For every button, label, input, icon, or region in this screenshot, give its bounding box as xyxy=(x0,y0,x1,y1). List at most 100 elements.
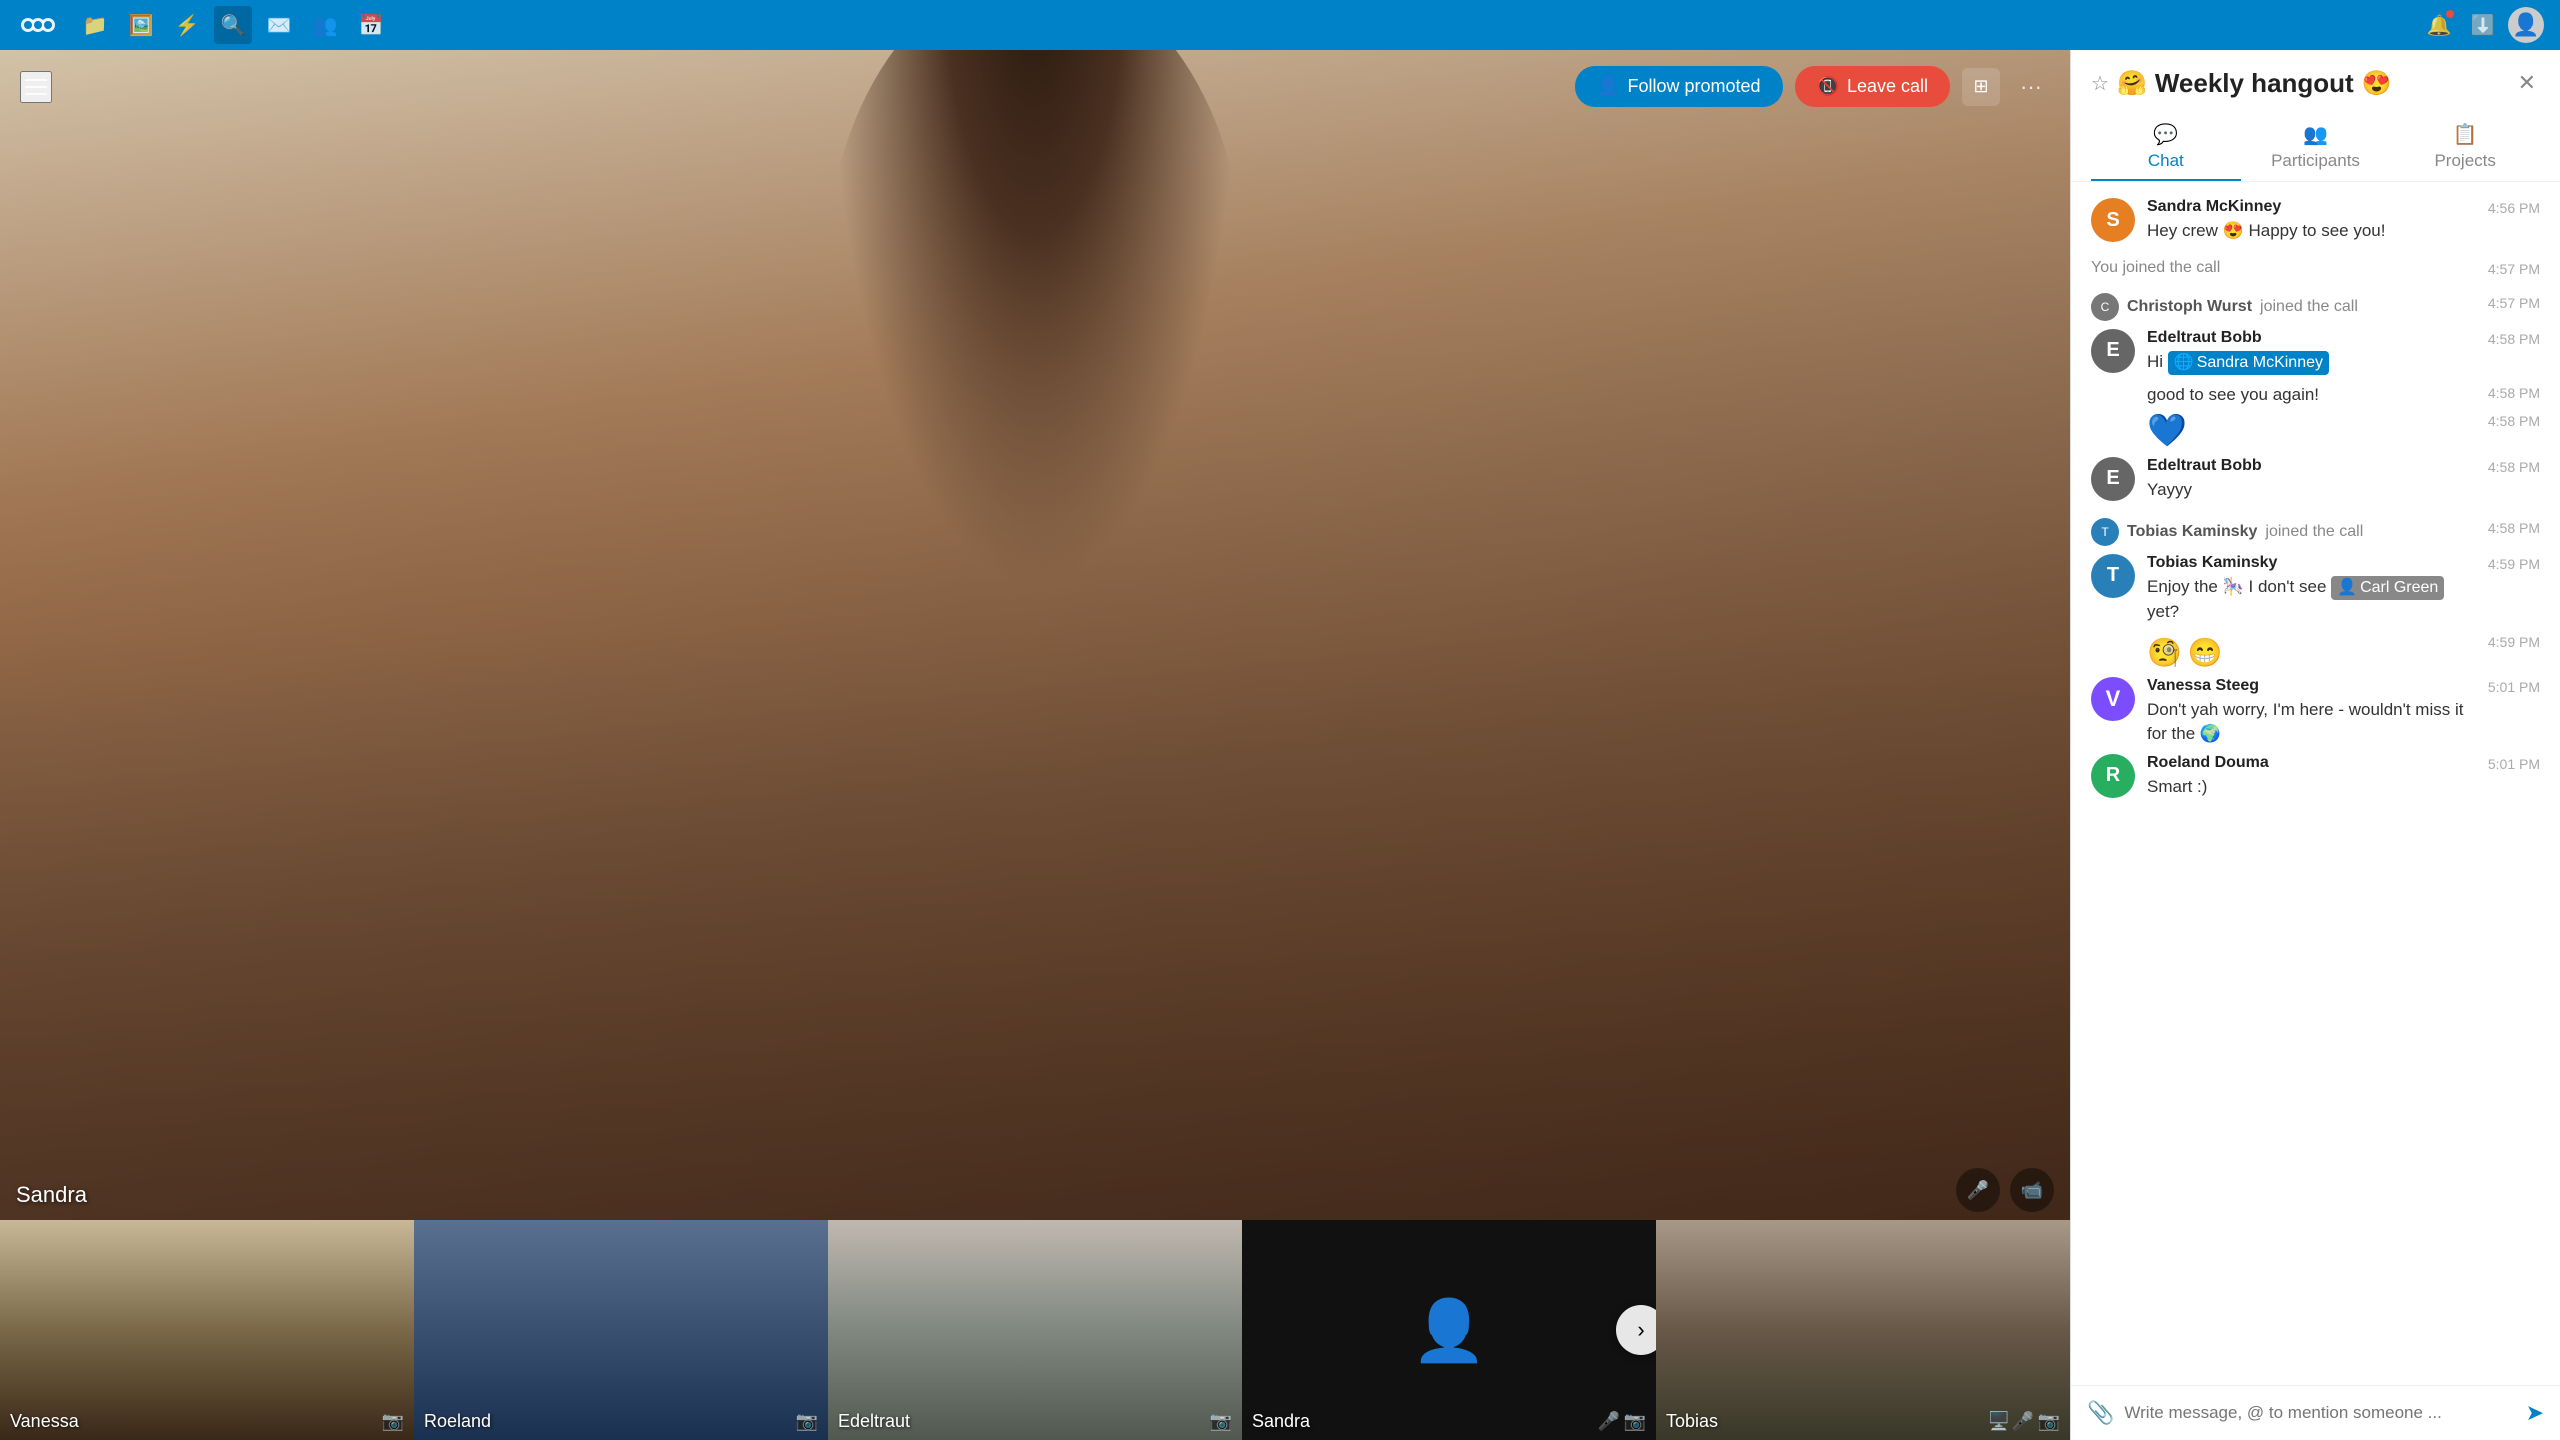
follow-promoted-button[interactable]: 👤 Follow promoted xyxy=(1575,66,1782,107)
message-group-edeltraut-2: E Edeltraut Bobb Yayyy 4:58 PM xyxy=(2091,457,2540,502)
notification-bell-icon[interactable]: 🔔 xyxy=(2420,6,2458,44)
emoji-row-tobias: 🧐 😁 4:59 PM xyxy=(2147,632,2540,669)
message-input[interactable] xyxy=(2124,1403,2515,1423)
heart-emoji: 💙 xyxy=(2147,411,2187,449)
tobias-joined-row: T Tobias Kaminsky joined the call 4:58 P… xyxy=(2091,518,2540,546)
chat-header: ☆ 🤗 Weekly hangout 😍 ✕ 💬 Chat 👥 Particip… xyxy=(2071,50,2560,182)
grid-view-button[interactable]: ⊞ xyxy=(1962,68,2000,106)
msg-text-vanessa: Don't yah worry, I'm here - wouldn't mis… xyxy=(2147,698,2476,746)
screen-share-icon-tobias: 🖥️ xyxy=(1988,1411,2010,1432)
msg-sender-edeltraut-1: Edeltraut Bobb xyxy=(2147,329,2476,347)
leave-call-button[interactable]: 📵 Leave call xyxy=(1795,66,1950,107)
tobias-joined-content: T Tobias Kaminsky joined the call xyxy=(2091,518,2363,546)
msg-content-edeltraut-2: Edeltraut Bobb Yayyy xyxy=(2147,457,2476,502)
more-options-button[interactable]: ··· xyxy=(2012,68,2050,106)
files-icon[interactable]: 📁 xyxy=(76,6,114,44)
message-group-vanessa: V Vanessa Steeg Don't yah worry, I'm her… xyxy=(2091,677,2540,746)
avatar-vanessa: V xyxy=(2091,677,2135,721)
msg-time-1: 4:56 PM xyxy=(2488,198,2540,216)
photos-icon[interactable]: 🖼️ xyxy=(122,6,160,44)
msg-sender-vanessa: Vanessa Steeg xyxy=(2147,677,2476,695)
thumbnail-sandra[interactable]: 👤 Sandra 🎤 📷 › xyxy=(1242,1220,1656,1440)
camera-button[interactable]: 📹 xyxy=(2010,1168,2054,1212)
msg-content-tobias-1: Tobias Kaminsky Enjoy the 🎠 I don't see … xyxy=(2147,554,2476,624)
tab-projects[interactable]: 📋 Projects xyxy=(2390,112,2540,181)
thumbnail-roeland[interactable]: Roeland 📷 xyxy=(414,1220,828,1440)
msg-text-edeltraut-1: Hi 🌐 Sandra McKinney xyxy=(2147,350,2476,375)
thumbnail-video-icon-edeltraut: 📷 xyxy=(1210,1411,1232,1432)
person-silhouette-sandra: 👤 xyxy=(1412,1295,1487,1366)
avatar-sandra: S xyxy=(2091,198,2135,242)
msg-text-edeltraut-2: Yayyy xyxy=(2147,478,2476,502)
message-group-roeland: R Roeland Douma Smart :) 5:01 PM xyxy=(2091,754,2540,799)
avatar-christoph-small: C xyxy=(2091,293,2119,321)
chat-tab-icon: 💬 xyxy=(2153,122,2178,147)
attach-button[interactable]: 📎 xyxy=(2087,1400,2114,1426)
topbar: 📁 🖼️ ⚡ 🔍 ✉️ 👥 📅 🔔 ⬇️ 👤 xyxy=(0,0,2560,50)
chat-title-left: ☆ 🤗 Weekly hangout 😍 xyxy=(2091,68,2392,99)
msg-time-tobias-1: 4:59 PM xyxy=(2488,554,2540,572)
video-top-controls: 👤 Follow promoted 📵 Leave call ⊞ ··· xyxy=(0,66,2070,107)
msg-sender-roeland: Roeland Douma xyxy=(2147,754,2476,772)
next-thumbnail-button[interactable]: › xyxy=(1616,1305,1656,1355)
video-action-buttons: 👤 Follow promoted 📵 Leave call ⊞ ··· xyxy=(1575,66,2050,107)
msg-sender-edeltraut-2: Edeltraut Bobb xyxy=(2147,457,2476,475)
thumbnail-video-icon-sandra: 📷 xyxy=(1624,1411,1646,1432)
msg-heart-row: 💙 4:58 PM xyxy=(2147,411,2540,449)
mail-icon[interactable]: ✉️ xyxy=(260,6,298,44)
nextcloud-logo[interactable] xyxy=(16,3,60,47)
microphone-button[interactable]: 🎤 xyxy=(1956,1168,2000,1212)
thumbnail-tobias[interactable]: Tobias 🎤 📷 🖥️ xyxy=(1656,1220,2070,1440)
topbar-right: 🔔 ⬇️ 👤 xyxy=(2420,6,2544,44)
msg-time-good: 4:58 PM xyxy=(2488,383,2540,401)
star-icon[interactable]: ☆ xyxy=(2091,71,2109,96)
follow-promoted-label: Follow promoted xyxy=(1627,76,1760,97)
main-content: 👤 Follow promoted 📵 Leave call ⊞ ··· xyxy=(0,50,2560,1440)
thumbnail-vanessa[interactable]: Vanessa 📷 xyxy=(0,1220,414,1440)
mention-carl: 👤 Carl Green xyxy=(2331,576,2444,600)
video-area: 👤 Follow promoted 📵 Leave call ⊞ ··· xyxy=(0,50,2070,1440)
activity-icon[interactable]: ⚡ xyxy=(168,6,206,44)
calendar-icon[interactable]: 📅 xyxy=(352,6,390,44)
menu-button[interactable] xyxy=(20,71,52,103)
close-chat-button[interactable]: ✕ xyxy=(2514,66,2540,100)
thumbnail-label-sandra: Sandra xyxy=(1252,1411,1310,1432)
chat-panel: ☆ 🤗 Weekly hangout 😍 ✕ 💬 Chat 👥 Particip… xyxy=(2070,50,2560,1440)
main-video-background xyxy=(0,50,2070,1220)
projects-tab-icon: 📋 xyxy=(2453,122,2478,147)
thumbnail-label-edeltraut: Edeltraut xyxy=(838,1411,910,1432)
mention-sandra: 🌐 Sandra McKinney xyxy=(2168,351,2329,375)
mention-icon: 🌐 xyxy=(2174,352,2194,374)
chat-tabs: 💬 Chat 👥 Participants 📋 Projects xyxy=(2091,112,2540,181)
download-icon[interactable]: ⬇️ xyxy=(2464,6,2502,44)
thumbnail-edeltraut[interactable]: Edeltraut 📷 xyxy=(828,1220,1242,1440)
msg-content-1: Sandra McKinney Hey crew 😍 Happy to see … xyxy=(2147,198,2476,243)
emoji-monocle: 🧐 xyxy=(2147,636,2182,669)
msg-content-roeland: Roeland Douma Smart :) xyxy=(2147,754,2476,799)
hamburger-line-2 xyxy=(25,86,47,88)
thumbnail-video-icon-roeland: 📷 xyxy=(796,1411,818,1432)
christoph-joined-row: C Christoph Wurst joined the call 4:57 P… xyxy=(2091,293,2540,321)
christoph-joined-content: C Christoph Wurst joined the call xyxy=(2091,293,2358,321)
chat-title-row: ☆ 🤗 Weekly hangout 😍 ✕ xyxy=(2091,66,2540,100)
tab-chat-label: Chat xyxy=(2148,151,2184,171)
contacts-icon[interactable]: 👥 xyxy=(306,6,344,44)
msg-time-vanessa: 5:01 PM xyxy=(2488,677,2540,695)
hamburger-line-3 xyxy=(25,93,47,95)
thumbnail-video-icon-vanessa: 📷 xyxy=(382,1411,404,1432)
chat-wave-emoji: 🤗 xyxy=(2117,69,2147,98)
mention-carl-icon: 👤 xyxy=(2337,577,2357,599)
chat-title: Weekly hangout xyxy=(2155,68,2354,99)
christoph-joined-time: 4:57 PM xyxy=(2488,293,2540,311)
tab-participants[interactable]: 👥 Participants xyxy=(2241,112,2391,181)
send-button[interactable]: ➤ xyxy=(2526,1400,2544,1426)
phone-icon: 📵 xyxy=(1817,76,1839,97)
tab-chat[interactable]: 💬 Chat xyxy=(2091,112,2241,181)
follow-icon: 👤 xyxy=(1597,76,1619,97)
participants-tab-icon: 👥 xyxy=(2303,122,2328,147)
message-group-tobias-1: T Tobias Kaminsky Enjoy the 🎠 I don't se… xyxy=(2091,554,2540,624)
msg-text-roeland: Smart :) xyxy=(2147,775,2476,799)
search-icon[interactable]: 🔍 xyxy=(214,6,252,44)
user-avatar[interactable]: 👤 xyxy=(2508,7,2544,43)
christoph-name: Christoph Wurst xyxy=(2127,298,2252,316)
